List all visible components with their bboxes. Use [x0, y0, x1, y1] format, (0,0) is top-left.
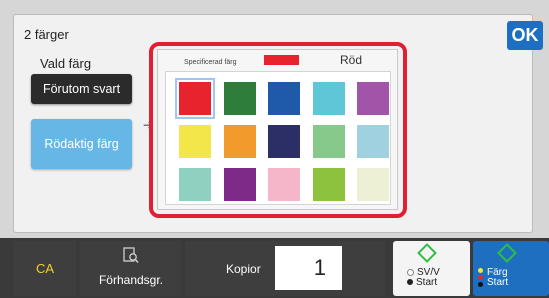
preview-button[interactable]: Förhandsgr.	[80, 241, 181, 296]
color-swatch-blue[interactable]	[268, 82, 300, 115]
page-title: 2 färger	[24, 27, 69, 42]
color-start-text: Färg Start	[487, 267, 509, 288]
color-swatch-yellow[interactable]	[179, 125, 211, 158]
color-start-button[interactable]: Färg Start	[473, 241, 549, 296]
preview-label: Förhandsgr.	[98, 273, 164, 287]
color-swatch-pink[interactable]	[268, 168, 300, 201]
color-swatch-mint[interactable]	[179, 168, 211, 201]
color-palette: Specificerad färg Röd	[157, 49, 398, 210]
except-black-button[interactable]: Förutom svart	[31, 74, 132, 104]
reddish-color-button[interactable]: Rödaktig färg	[31, 119, 132, 169]
color-swatch-ivory[interactable]	[357, 168, 389, 201]
color-swatch-dark-green[interactable]	[223, 82, 256, 115]
copies-input[interactable]: 1	[275, 246, 342, 290]
clear-all-button[interactable]: CA	[14, 241, 76, 296]
color-swatch-lime[interactable]	[312, 168, 345, 201]
specified-color-name: Röd	[340, 53, 363, 67]
selected-color-label: Vald färg	[40, 56, 92, 71]
bw-start-text: SV/V Start	[407, 268, 440, 288]
color-swatch-navy[interactable]	[268, 125, 300, 158]
magnifier-document-icon	[123, 247, 139, 263]
specified-color-label: Specificerad färg	[184, 59, 237, 66]
ok-button[interactable]: OK	[507, 21, 543, 50]
color-swatch-orange[interactable]	[223, 125, 256, 158]
color-swatch-light-green[interactable]	[312, 125, 345, 158]
color-swatch-red[interactable]	[175, 78, 215, 119]
swatch-grid	[165, 71, 391, 205]
color-swatch-violet[interactable]	[223, 168, 256, 201]
copies-control: Kopior 1	[185, 241, 385, 296]
color-swatch-cyan[interactable]	[312, 82, 345, 115]
start-diamond-icon	[417, 243, 437, 263]
cmyk-dots-icon	[478, 268, 484, 289]
bw-start-button[interactable]: SV/V Start	[393, 241, 470, 296]
start-diamond-icon	[497, 243, 517, 263]
color-swatch-light-blue[interactable]	[357, 125, 389, 158]
screen: 2 färger OK Vald färg Förutom svart Röda…	[0, 0, 549, 298]
copies-label: Kopior	[226, 262, 261, 276]
color-swatch-purple[interactable]	[357, 82, 389, 115]
specified-color-sample	[264, 55, 299, 65]
